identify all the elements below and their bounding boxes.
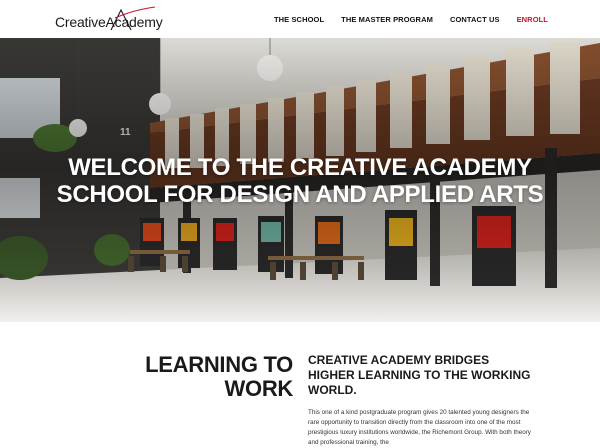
hero-title-line-2: SCHOOL FOR DESIGN AND APPLIED ARTS: [56, 181, 544, 208]
creative-academy-logo[interactable]: CreativeAcademy: [55, 6, 165, 32]
hero-banner: 11 WELCOME TO THE CREATIVE ACADEMY SCHOO…: [0, 38, 600, 322]
nav-the-school[interactable]: THE SCHOOL: [274, 15, 324, 24]
nav-the-master-program[interactable]: THE MASTER PROGRAM: [341, 15, 433, 24]
section-body-text: This one of a kind postgraduate program …: [308, 409, 531, 446]
section-heading-line-2: WORK: [224, 376, 294, 401]
section-heading: LEARNING TO WORK: [100, 353, 293, 401]
site-header: CreativeAcademy THE SCHOOL THE MASTER PR…: [0, 0, 600, 38]
section-subheading: CREATIVE ACADEMY BRIDGES HIGHER LEARNING…: [308, 353, 531, 397]
logo-text: CreativeAcademy: [55, 14, 163, 30]
section-heading-line-1: LEARNING TO: [145, 352, 293, 377]
nav-enroll[interactable]: ENROLL: [517, 15, 548, 24]
intro-section: LEARNING TO WORK CREATIVE ACADEMY BRIDGE…: [0, 322, 600, 448]
main-nav: THE SCHOOL THE MASTER PROGRAM CONTACT US…: [274, 0, 548, 38]
hero-title-line-1: WELCOME TO THE CREATIVE ACADEMY: [68, 154, 532, 181]
hero-title: WELCOME TO THE CREATIVE ACADEMY SCHOOL F…: [0, 154, 600, 208]
nav-contact-us[interactable]: CONTACT US: [450, 15, 500, 24]
